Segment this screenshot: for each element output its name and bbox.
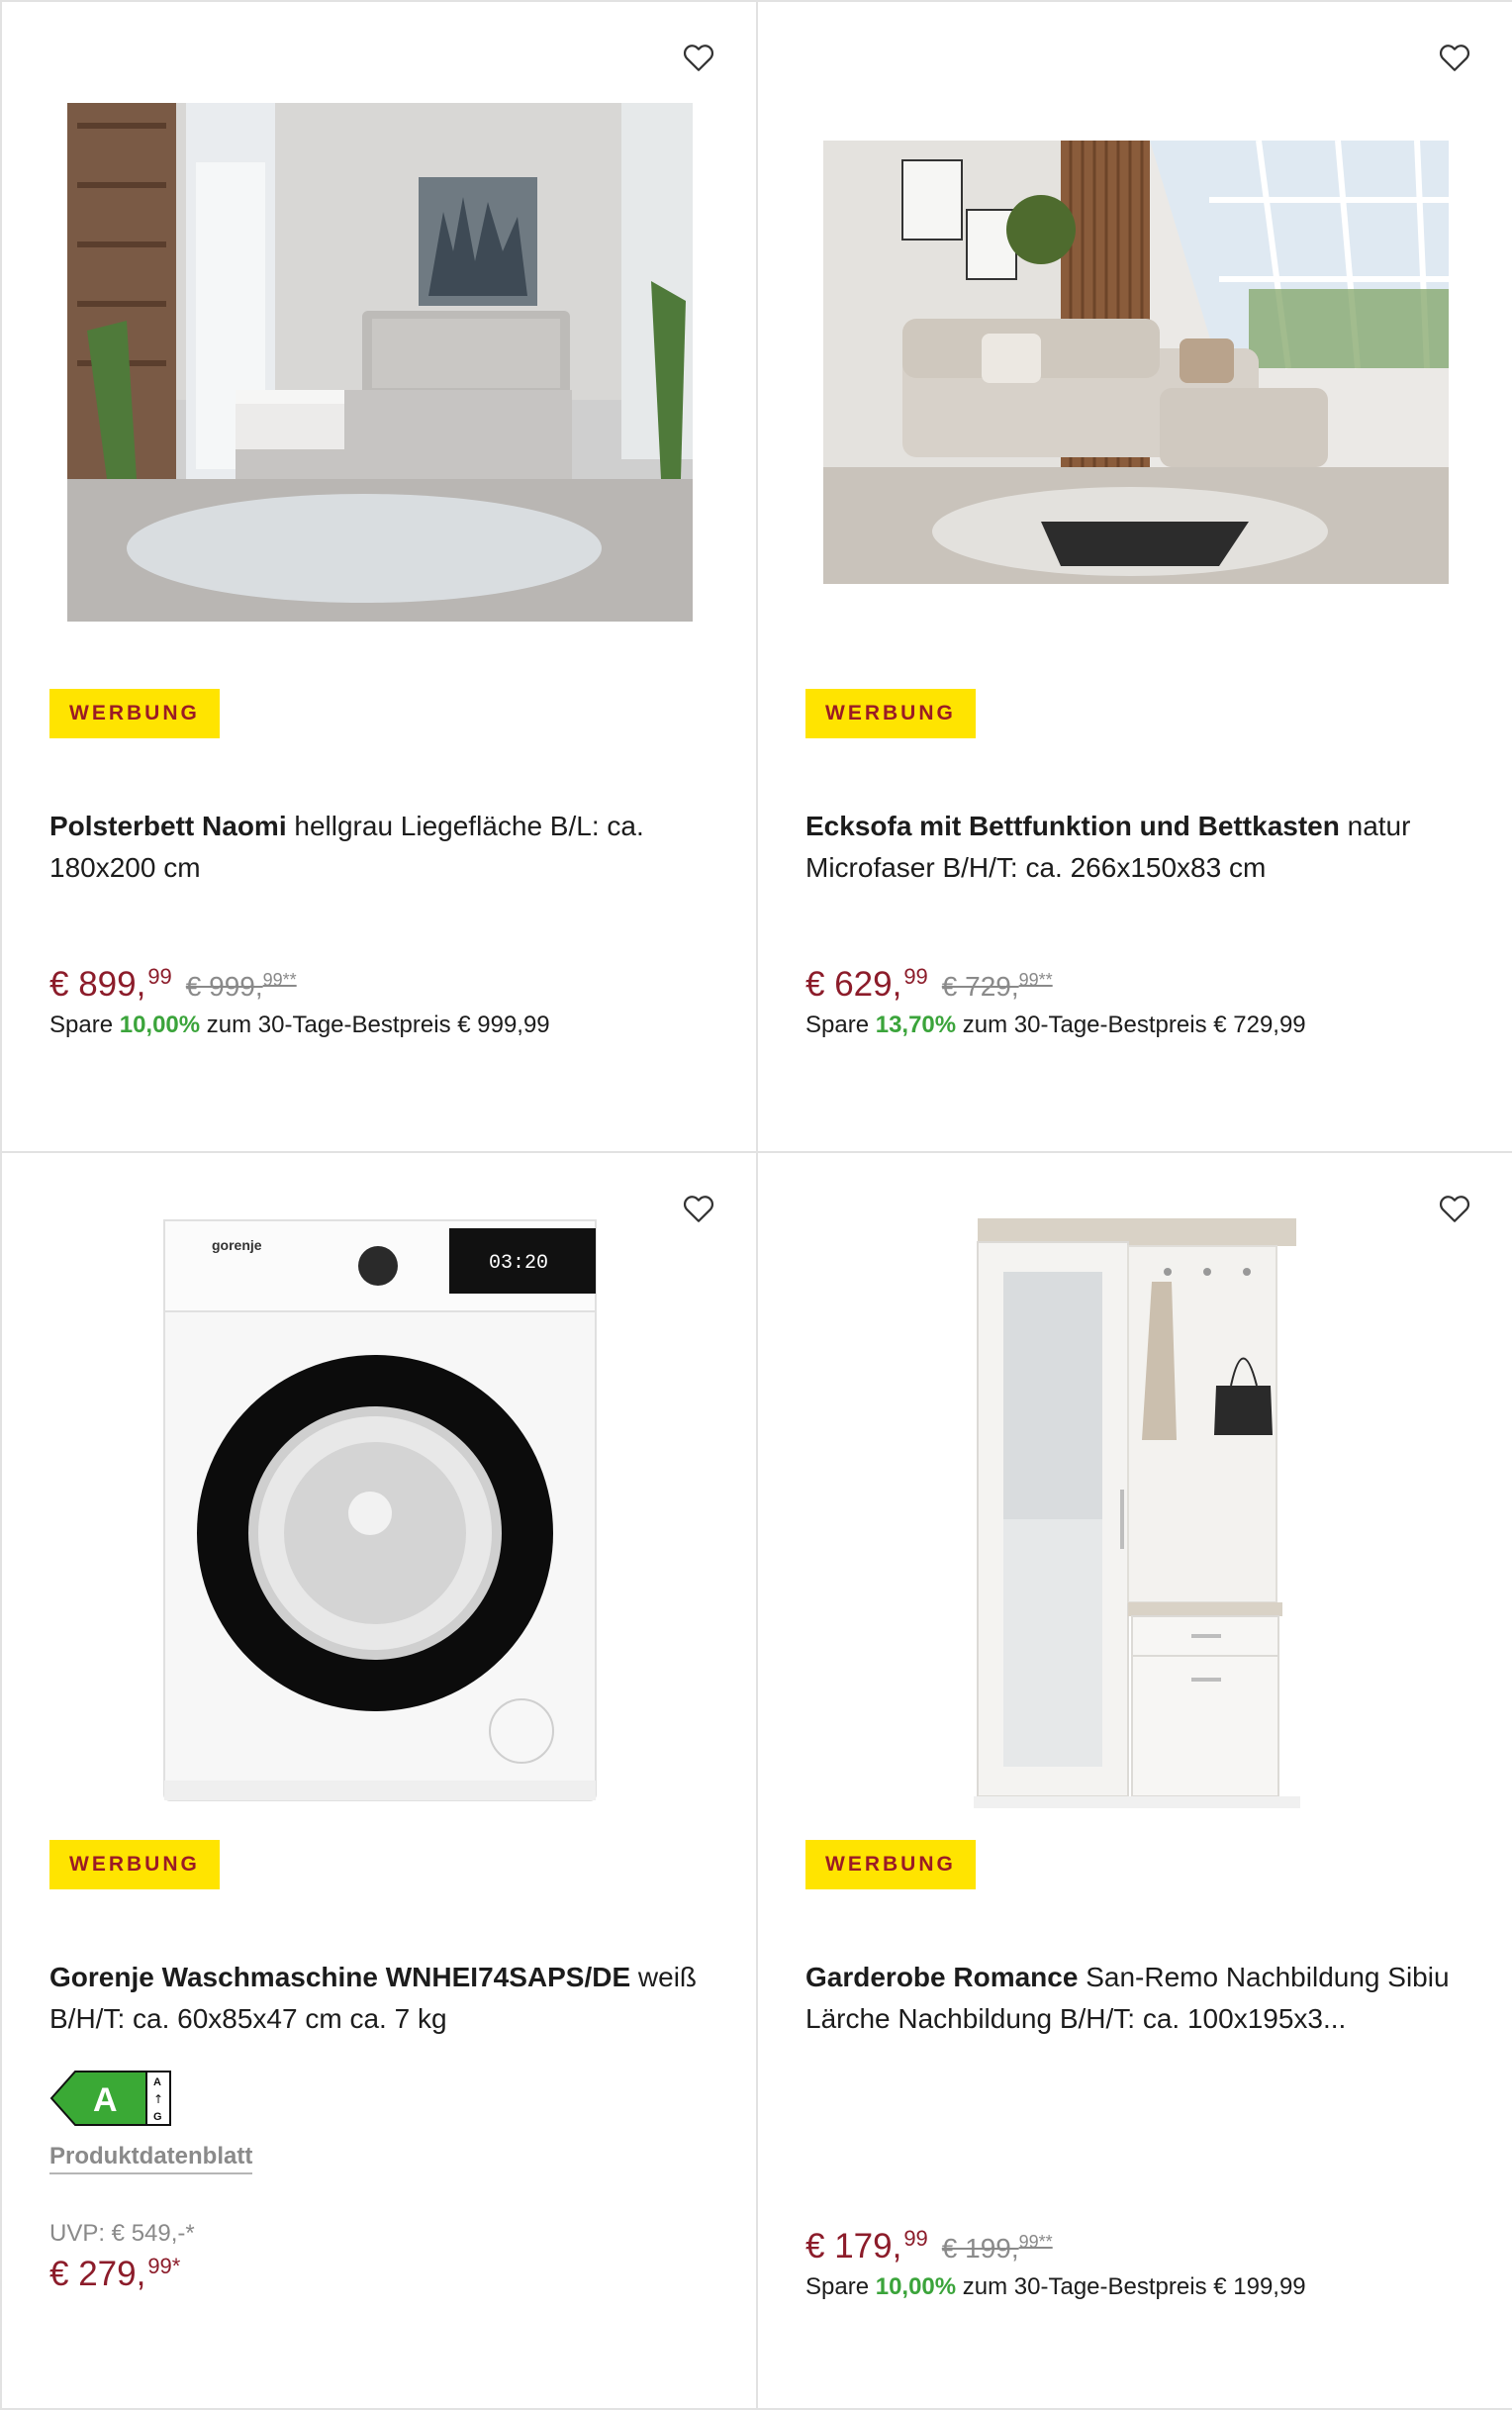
old-price: € 729,99** [941,970,1053,1002]
old-price: € 999,99** [185,970,297,1002]
advertising-badge: WERBUNG [49,1840,220,1889]
old-price: € 199,99** [941,2232,1053,2264]
savings-text: Spare 10,00% zum 30-Tage-Bestpreis € 999… [49,1012,550,1038]
product-datasheet-link[interactable]: Produktdatenblatt [49,2143,253,2174]
uvp-price: UVP: € 549,-* [49,2220,195,2247]
product-image-wardrobe[interactable] [974,1212,1300,1808]
price-row: € 179,99 € 199,99** [805,2226,1053,2266]
price-row: € 629,99 € 729,99** [805,964,1053,1005]
product-image-bed[interactable] [67,103,693,622]
advertising-badge: WERBUNG [805,1840,976,1889]
wishlist-heart-icon[interactable] [1437,1191,1472,1226]
product-title[interactable]: Gorenje Waschmaschine WNHEI74SAPS/DE wei… [49,1957,709,2040]
current-price: € 179,99 [805,2226,928,2265]
product-image-sofa[interactable] [823,141,1449,584]
product-card[interactable]: WERBUNG Garderobe Romance San-Remo Nachb… [756,1151,1512,2410]
product-title[interactable]: Garderobe Romance San-Remo Nachbildung S… [805,1957,1465,2040]
advertising-badge: WERBUNG [805,689,976,738]
current-price: € 279,99* [49,2254,181,2293]
energy-label-icon[interactable]: A A ↑ G [49,2070,172,2127]
product-name: Ecksofa mit Bettfunktion und Bettkasten [805,811,1340,841]
product-name: Gorenje Waschmaschine WNHEI74SAPS/DE [49,1962,631,1992]
product-card[interactable]: 03:20 gorenje WERBUNG Gorenje Waschmasch… [0,1151,758,2410]
current-price: € 899,99 [49,964,172,1004]
svg-text:↑: ↑ [153,2092,163,2106]
price-row: € 279,99* [49,2254,180,2294]
savings-text: Spare 13,70% zum 30-Tage-Bestpreis € 729… [805,1012,1306,1038]
product-card[interactable]: WERBUNG Ecksofa mit Bettfunktion und Bet… [756,0,1512,1153]
svg-text:G: G [153,2111,162,2123]
svg-text:A: A [153,2076,161,2088]
machine-brand: gorenje [212,1237,262,1253]
product-title[interactable]: Ecksofa mit Bettfunktion und Bettkasten … [805,806,1465,889]
product-grid: WERBUNG Polsterbett Naomi hellgrau Liege… [0,0,1512,2410]
wishlist-heart-icon[interactable] [681,1191,716,1226]
product-name: Polsterbett Naomi [49,811,287,841]
energy-class: A [93,2081,118,2119]
product-image-washing-machine[interactable]: 03:20 gorenje [162,1216,598,1810]
current-price: € 629,99 [805,964,928,1004]
wishlist-heart-icon[interactable] [681,40,716,75]
product-card[interactable]: WERBUNG Polsterbett Naomi hellgrau Liege… [0,0,758,1153]
product-name: Garderobe Romance [805,1962,1079,1992]
product-title[interactable]: Polsterbett Naomi hellgrau Liegefläche B… [49,806,709,889]
savings-text: Spare 10,00% zum 30-Tage-Bestpreis € 199… [805,2273,1306,2300]
advertising-badge: WERBUNG [49,689,220,738]
price-row: € 899,99 € 999,99** [49,964,297,1005]
machine-display: 03:20 [489,1252,548,1275]
wishlist-heart-icon[interactable] [1437,40,1472,75]
